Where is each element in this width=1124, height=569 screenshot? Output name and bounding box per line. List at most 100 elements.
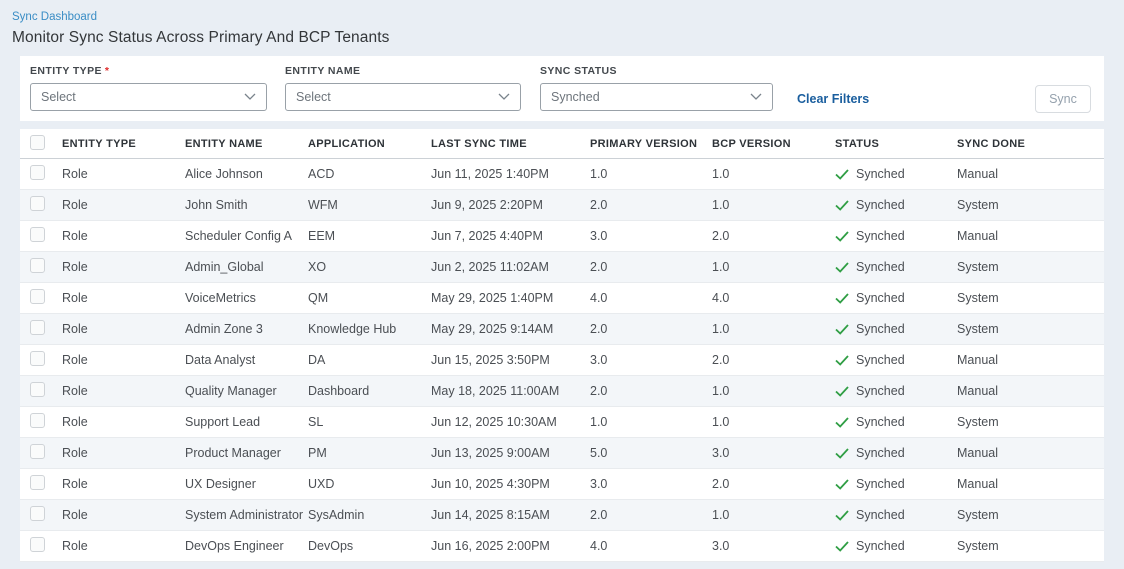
- cell-last-sync-time: Jun 9, 2025 2:20PM: [431, 198, 590, 212]
- cell-entity-name: Data Analyst: [185, 353, 308, 367]
- page-title: Monitor Sync Status Across Primary And B…: [12, 29, 1112, 47]
- cell-entity-type: Role: [62, 167, 185, 181]
- row-checkbox[interactable]: [30, 196, 45, 211]
- cell-entity-name: Admin_Global: [185, 260, 308, 274]
- cell-entity-type: Role: [62, 415, 185, 429]
- table-row: Role Scheduler Config A EEM Jun 7, 2025 …: [20, 221, 1104, 252]
- row-checkbox[interactable]: [30, 289, 45, 304]
- cell-entity-name: Admin Zone 3: [185, 322, 308, 336]
- cell-bcp-version: 1.0: [712, 322, 835, 336]
- cell-last-sync-time: May 29, 2025 9:14AM: [431, 322, 590, 336]
- row-checkbox[interactable]: [30, 537, 45, 552]
- cell-last-sync-time: May 29, 2025 1:40PM: [431, 291, 590, 305]
- entity-type-label-text: ENTITY TYPE: [30, 65, 102, 77]
- row-checkbox-cell: [20, 537, 62, 555]
- filter-entity-name: ENTITY NAME Select: [285, 65, 521, 111]
- check-icon: [835, 262, 849, 273]
- row-checkbox[interactable]: [30, 165, 45, 180]
- cell-last-sync-time: Jun 10, 2025 4:30PM: [431, 477, 590, 491]
- select-all-checkbox[interactable]: [30, 135, 45, 150]
- cell-primary-version: 2.0: [590, 198, 712, 212]
- cell-last-sync-time: Jun 12, 2025 10:30AM: [431, 415, 590, 429]
- sync-status-select[interactable]: Synched: [540, 83, 773, 111]
- cell-entity-type: Role: [62, 353, 185, 367]
- cell-bcp-version: 4.0: [712, 291, 835, 305]
- row-checkbox[interactable]: [30, 444, 45, 459]
- row-checkbox-cell: [20, 475, 62, 493]
- cell-application: Dashboard: [308, 384, 431, 398]
- entity-name-select[interactable]: Select: [285, 83, 521, 111]
- cell-application: EEM: [308, 229, 431, 243]
- cell-entity-name: Alice Johnson: [185, 167, 308, 181]
- entity-name-label: ENTITY NAME: [285, 65, 521, 77]
- cell-primary-version: 1.0: [590, 167, 712, 181]
- row-checkbox[interactable]: [30, 351, 45, 366]
- table-row: Role VoiceMetrics QM May 29, 2025 1:40PM…: [20, 283, 1104, 314]
- row-checkbox[interactable]: [30, 475, 45, 490]
- table-row: Role Admin Zone 3 Knowledge Hub May 29, …: [20, 314, 1104, 345]
- row-checkbox-cell: [20, 320, 62, 338]
- row-checkbox[interactable]: [30, 320, 45, 335]
- status-text: Synched: [856, 539, 905, 553]
- status-text: Synched: [856, 198, 905, 212]
- entity-type-select[interactable]: Select: [30, 83, 267, 111]
- row-checkbox[interactable]: [30, 413, 45, 428]
- cell-bcp-version: 3.0: [712, 446, 835, 460]
- cell-bcp-version: 2.0: [712, 477, 835, 491]
- row-checkbox[interactable]: [30, 227, 45, 242]
- table-row: Role Alice Johnson ACD Jun 11, 2025 1:40…: [20, 159, 1104, 190]
- cell-last-sync-time: Jun 2, 2025 11:02AM: [431, 260, 590, 274]
- cell-sync-done: Manual: [957, 384, 1104, 398]
- cell-entity-name: DevOps Engineer: [185, 539, 308, 553]
- column-header-entity-type: ENTITY TYPE: [62, 138, 185, 150]
- sync-button[interactable]: Sync: [1035, 85, 1091, 113]
- table-row: Role Quality Manager Dashboard May 18, 2…: [20, 376, 1104, 407]
- cell-primary-version: 2.0: [590, 508, 712, 522]
- cell-entity-name: UX Designer: [185, 477, 308, 491]
- cell-sync-done: Manual: [957, 446, 1104, 460]
- table-row: Role DevOps Engineer DevOps Jun 16, 2025…: [20, 531, 1104, 562]
- cell-status: Synched: [835, 508, 957, 522]
- status-text: Synched: [856, 229, 905, 243]
- check-icon: [835, 448, 849, 459]
- cell-application: PM: [308, 446, 431, 460]
- status-text: Synched: [856, 322, 905, 336]
- row-checkbox-cell: [20, 382, 62, 400]
- row-checkbox[interactable]: [30, 382, 45, 397]
- table-row: Role John Smith WFM Jun 9, 2025 2:20PM 2…: [20, 190, 1104, 221]
- cell-bcp-version: 2.0: [712, 353, 835, 367]
- row-checkbox[interactable]: [30, 506, 45, 521]
- check-icon: [835, 231, 849, 242]
- table-row: Role Admin_Global XO Jun 2, 2025 11:02AM…: [20, 252, 1104, 283]
- table-row: Role System Administrator SysAdmin Jun 1…: [20, 500, 1104, 531]
- cell-primary-version: 2.0: [590, 322, 712, 336]
- cell-application: WFM: [308, 198, 431, 212]
- table-header-row: ENTITY TYPE ENTITY NAME APPLICATION LAST…: [20, 129, 1104, 159]
- cell-status: Synched: [835, 384, 957, 398]
- status-text: Synched: [856, 291, 905, 305]
- required-asterisk: *: [105, 65, 110, 77]
- cell-bcp-version: 1.0: [712, 167, 835, 181]
- cell-status: Synched: [835, 260, 957, 274]
- check-icon: [835, 541, 849, 552]
- row-checkbox-cell: [20, 351, 62, 369]
- cell-primary-version: 3.0: [590, 229, 712, 243]
- cell-entity-type: Role: [62, 477, 185, 491]
- breadcrumb[interactable]: Sync Dashboard: [12, 11, 97, 23]
- chevron-down-icon: [750, 93, 762, 101]
- clear-filters-link[interactable]: Clear Filters: [797, 92, 869, 106]
- cell-status: Synched: [835, 167, 957, 181]
- row-checkbox[interactable]: [30, 258, 45, 273]
- cell-application: DA: [308, 353, 431, 367]
- cell-last-sync-time: Jun 13, 2025 9:00AM: [431, 446, 590, 460]
- check-icon: [835, 510, 849, 521]
- cell-status: Synched: [835, 415, 957, 429]
- filter-entity-type: ENTITY TYPE* Select: [30, 65, 267, 111]
- check-icon: [835, 293, 849, 304]
- cell-last-sync-time: Jun 15, 2025 3:50PM: [431, 353, 590, 367]
- cell-entity-type: Role: [62, 322, 185, 336]
- status-text: Synched: [856, 415, 905, 429]
- cell-entity-name: John Smith: [185, 198, 308, 212]
- check-icon: [835, 386, 849, 397]
- cell-entity-type: Role: [62, 508, 185, 522]
